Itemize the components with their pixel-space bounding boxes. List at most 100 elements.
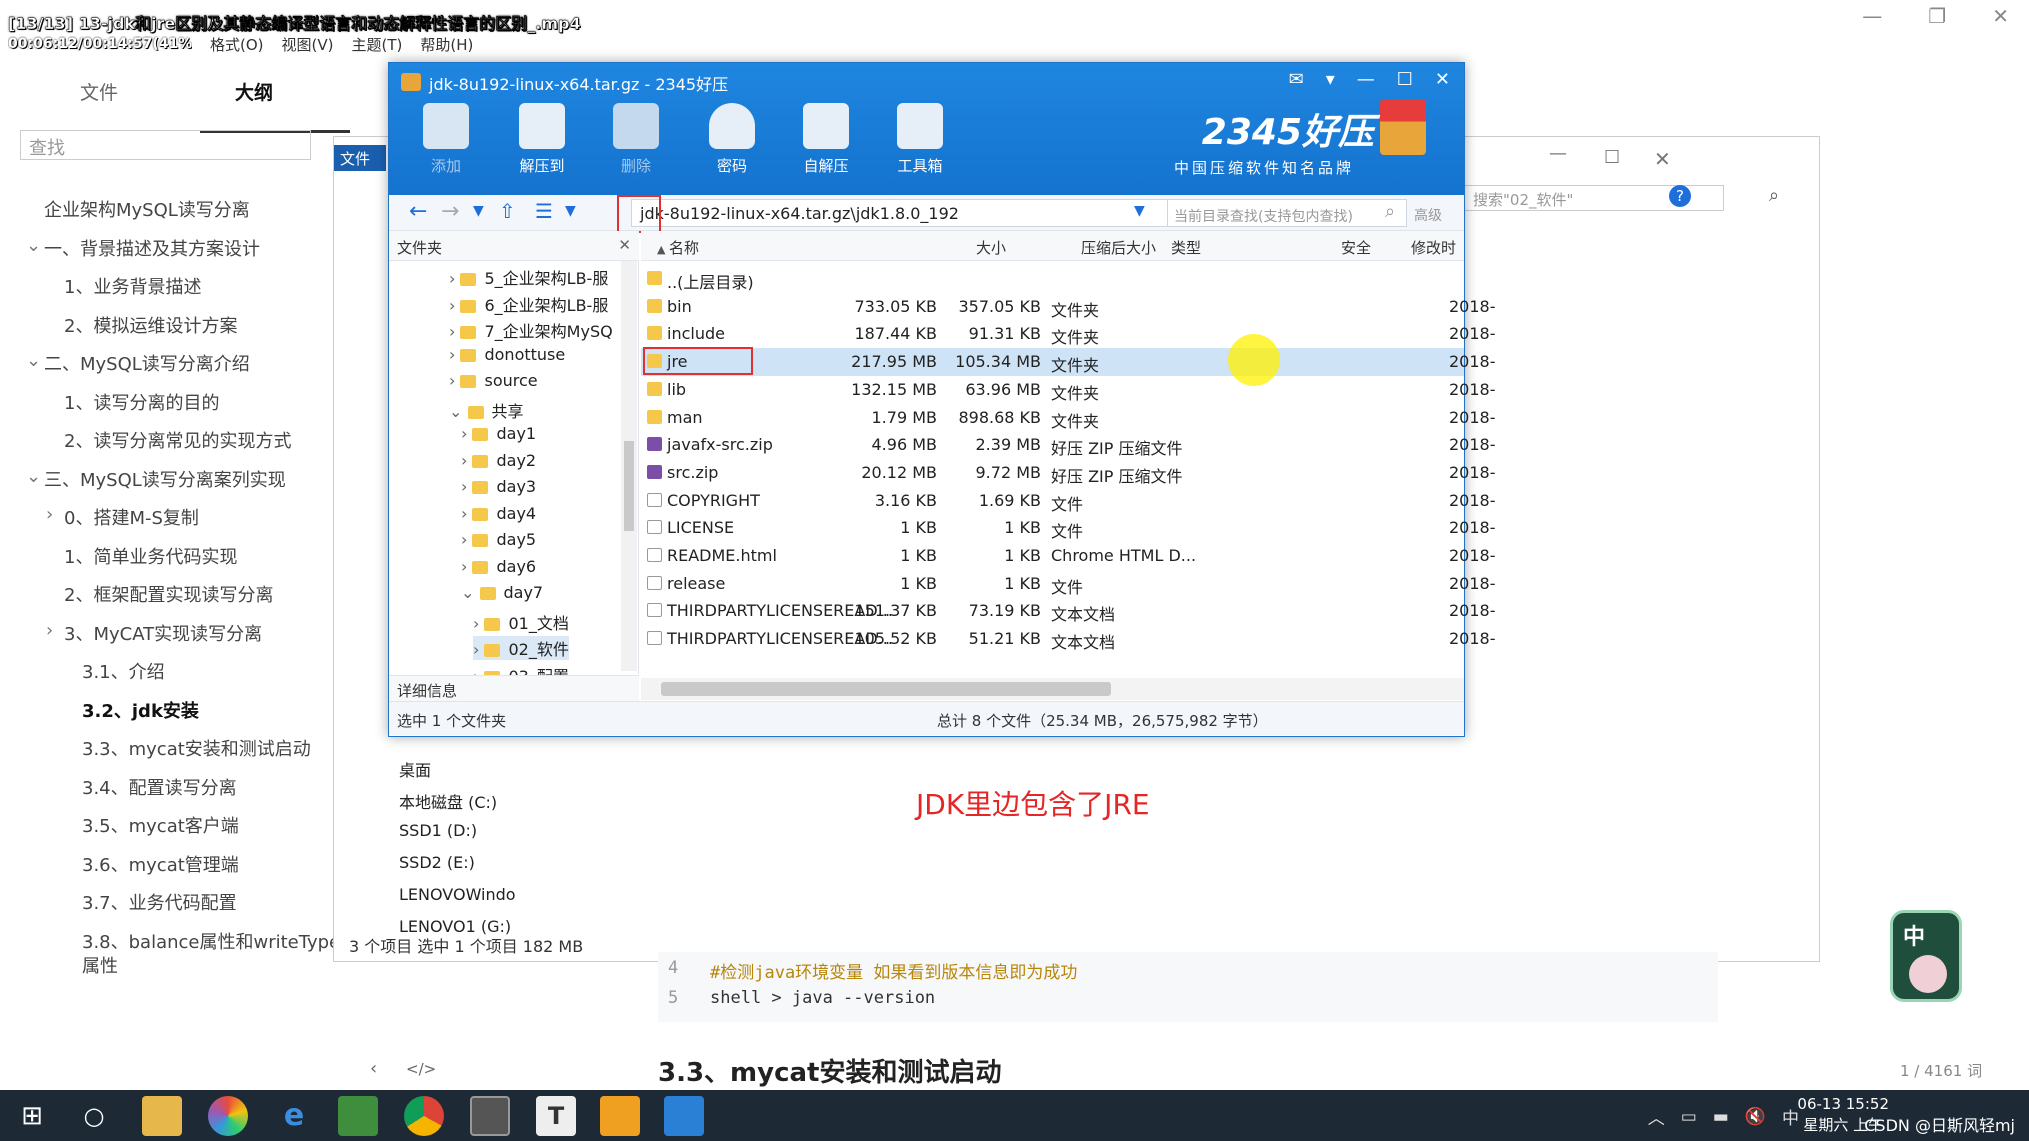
feedback-icon[interactable]: ✉ xyxy=(1289,69,1304,90)
file-row[interactable]: man 1.79 MB 898.68 KB 文件夹 2018- xyxy=(641,404,1496,432)
chevron-icon[interactable]: ⌄ xyxy=(26,350,41,371)
file-row[interactable]: COPYRIGHT 3.16 KB 1.69 KB 文件 2018- xyxy=(641,487,1496,515)
outline-item[interactable]: 企业架构MySQL读写分离 xyxy=(44,196,250,222)
col-modified[interactable]: 修改时 xyxy=(1411,237,1456,258)
outline-item[interactable]: 2、模拟运维设计方案 xyxy=(64,312,237,338)
tree-item[interactable]: › day4 xyxy=(461,504,536,523)
outline-item[interactable]: 1、读写分离的目的 xyxy=(64,389,219,415)
network-icon[interactable]: ▭ xyxy=(1681,1107,1697,1127)
outline-item[interactable]: 0、搭建M-S复制 xyxy=(64,504,199,530)
explorer-file-tab[interactable]: 文件 xyxy=(334,145,386,171)
col-type[interactable]: 类型 xyxy=(1171,237,1201,258)
menu-view[interactable]: 视图(V) xyxy=(282,34,334,55)
archive-path-input[interactable]: jdk-8u192-linux-x64.tar.gz\jdk1.8.0_192 xyxy=(631,199,1243,227)
remote-icon[interactable] xyxy=(600,1096,640,1136)
zip-taskbar-icon[interactable] xyxy=(664,1096,704,1136)
tree-item[interactable]: ⌄ day7 xyxy=(461,583,543,602)
file-row[interactable]: README.html 1 KB 1 KB Chrome HTML D... 2018- xyxy=(641,542,1496,570)
chevron-icon[interactable]: ⌄ xyxy=(461,583,480,602)
detail-panel-header[interactable]: 详细信息 xyxy=(389,675,639,701)
advanced-search-link[interactable]: 高级 xyxy=(1414,205,1442,225)
archive-search-icon[interactable]: ⌕ xyxy=(1385,201,1395,222)
outline-item[interactable]: 2、读写分离常见的实现方式 xyxy=(64,427,291,453)
tree-scroll-thumb[interactable] xyxy=(624,441,634,531)
chevron-icon[interactable]: › xyxy=(46,504,53,525)
file-row[interactable]: release 1 KB 1 KB 文件 2018- xyxy=(641,570,1496,598)
tree-item[interactable]: › day2 xyxy=(461,451,536,470)
tree-scrollbar[interactable] xyxy=(621,261,637,671)
col-size[interactable]: 大小 xyxy=(976,237,1006,258)
tray-expand-icon[interactable]: ︿ xyxy=(1648,1104,1665,1129)
menu-help[interactable]: 帮助(H) xyxy=(420,34,473,55)
toolbar-selfextract[interactable]: 自解压 xyxy=(791,103,861,176)
chevron-icon[interactable]: › xyxy=(449,322,460,341)
outline-item[interactable]: 属性 xyxy=(82,952,118,978)
file-row[interactable]: src.zip 20.12 MB 9.72 MB 好压 ZIP 压缩文件 2018- xyxy=(641,459,1496,487)
volume-icon[interactable]: 🔇 xyxy=(1745,1107,1766,1127)
typora-icon[interactable]: T xyxy=(536,1096,576,1136)
toolbar-add[interactable]: 添加 xyxy=(411,103,481,176)
chevron-icon[interactable]: › xyxy=(461,451,472,470)
tree-item[interactable]: › day3 xyxy=(461,477,536,496)
tree-item[interactable]: › day1 xyxy=(461,424,536,443)
toolbar-delete[interactable]: 删除 xyxy=(601,103,671,176)
outline-item[interactable]: 3.7、业务代码配置 xyxy=(82,889,237,915)
tree-item[interactable]: › 02_软件 xyxy=(473,636,569,660)
edge-icon[interactable]: e xyxy=(274,1096,314,1136)
drive-item[interactable]: 桌面 xyxy=(399,757,431,781)
toolbar-toolbox[interactable]: 工具箱 xyxy=(885,103,955,176)
outline-item[interactable]: 一、背景描述及其方案设计 xyxy=(44,235,260,261)
file-row[interactable]: lib 132.15 MB 63.96 MB 文件夹 2018- xyxy=(641,376,1496,404)
search-taskbar-icon[interactable]: ○ xyxy=(74,1096,114,1136)
explorer-maximize-icon[interactable]: ☐ xyxy=(1604,147,1620,168)
tree-item[interactable]: ⌄ 共享 xyxy=(449,398,524,422)
explorer-close-icon[interactable]: ✕ xyxy=(1654,147,1671,171)
chevron-icon[interactable]: ⌄ xyxy=(26,235,41,256)
help-icon[interactable]: ? xyxy=(1669,185,1691,207)
chrome-icon[interactable] xyxy=(404,1096,444,1136)
chevron-icon[interactable]: ⌄ xyxy=(449,402,468,421)
h-scroll-thumb[interactable] xyxy=(661,682,1111,696)
outline-item[interactable]: 3.2、jdk安装 xyxy=(82,697,199,723)
screen-tool-icon[interactable] xyxy=(470,1096,510,1136)
file-row[interactable]: javafx-src.zip 4.96 MB 2.39 MB 好压 ZIP 压缩文件 2… xyxy=(641,431,1496,459)
chevron-icon[interactable]: › xyxy=(449,371,460,390)
chevron-icon[interactable]: ⌄ xyxy=(26,466,41,487)
file-row[interactable]: ..(上层目录) xyxy=(641,265,1464,293)
history-dropdown-icon[interactable]: ▼ xyxy=(473,203,484,219)
tree-item[interactable]: › donottuse xyxy=(449,345,565,364)
outline-item[interactable]: 三、MySQL读写分离案列实现 xyxy=(44,466,286,492)
outline-item[interactable]: 二、MySQL读写分离介绍 xyxy=(44,350,250,376)
start-icon[interactable]: ⊞ xyxy=(12,1096,52,1136)
menu-icon[interactable]: ▾ xyxy=(1326,69,1335,90)
back-icon[interactable]: ← xyxy=(409,199,427,224)
menu-theme[interactable]: 主题(T) xyxy=(351,34,402,55)
tree-item[interactable]: › day6 xyxy=(461,557,536,576)
chevron-icon[interactable]: › xyxy=(461,557,472,576)
zip-close-icon[interactable]: ✕ xyxy=(1435,69,1450,90)
tree-item[interactable]: › 01_文档 xyxy=(473,610,569,634)
drive-item[interactable]: SSD2 (E:) xyxy=(399,853,475,872)
forward-icon[interactable]: → xyxy=(441,199,459,224)
outline-item[interactable]: 2、框架配置实现读写分离 xyxy=(64,581,273,607)
close-icon[interactable]: ✕ xyxy=(1992,4,2009,28)
menu-format[interactable]: 格式(O) xyxy=(210,34,264,55)
col-name[interactable]: ▲ 名称 xyxy=(657,237,699,258)
photos-icon[interactable] xyxy=(208,1096,248,1136)
outline-item[interactable]: 1、业务背景描述 xyxy=(64,273,201,299)
ime-widget[interactable]: 中 xyxy=(1890,910,1962,1002)
zip-maximize-icon[interactable]: ☐ xyxy=(1397,69,1413,90)
chevron-icon[interactable]: › xyxy=(461,424,472,443)
drive-item[interactable]: 本地磁盘 (C:) xyxy=(399,789,497,813)
col-security[interactable]: 安全 xyxy=(1341,237,1371,258)
outline-item[interactable]: 3.3、mycat安装和测试启动 xyxy=(82,735,311,761)
file-row[interactable]: include 187.44 KB 91.31 KB 文件夹 2018- xyxy=(641,320,1496,348)
source-code-icon[interactable]: </> xyxy=(406,1060,436,1078)
chevron-icon[interactable]: › xyxy=(449,269,460,288)
outline-item[interactable]: 3.4、配置读写分离 xyxy=(82,774,237,800)
outline-item[interactable]: 3.1、介绍 xyxy=(82,658,165,684)
tree-close-icon[interactable]: ✕ xyxy=(618,236,631,254)
outline-item[interactable]: 3、MyCAT实现读写分离 xyxy=(64,620,262,646)
chevron-icon[interactable]: › xyxy=(461,530,472,549)
file-row[interactable]: THIRDPARTYLICENSEREAD... 105.52 KB 51.21 K… xyxy=(641,625,1496,653)
